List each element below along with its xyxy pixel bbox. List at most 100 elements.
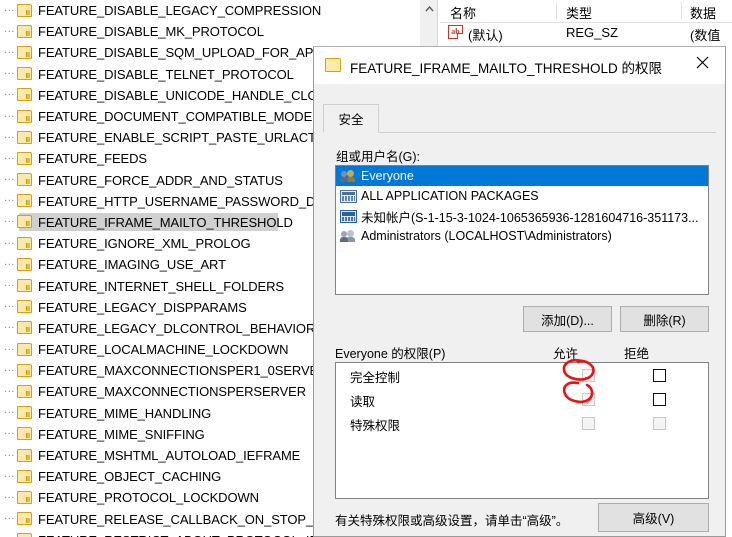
tree-expander-icon[interactable]: ... bbox=[2, 150, 17, 165]
folder-icon bbox=[17, 321, 33, 335]
tree-expander-icon[interactable]: ... bbox=[2, 299, 17, 313]
tree-item-label: FEATURE_OBJECT_CACHING bbox=[38, 469, 222, 485]
allow-checkbox bbox=[582, 417, 595, 430]
tree-expander-icon[interactable]: ... bbox=[2, 44, 17, 59]
table-row[interactable]: ab (默认) REG_SZ (数值未 bbox=[440, 22, 732, 62]
folder-icon bbox=[17, 45, 33, 60]
tree-item-label: FEATURE_HTTP_USERNAME_PASSWORD_DISABL bbox=[38, 193, 352, 209]
tree-expander-icon[interactable]: ... bbox=[2, 87, 17, 101]
allow-checkbox bbox=[582, 369, 595, 382]
advanced-button[interactable]: 高级(V) bbox=[598, 503, 709, 532]
tree-item-label: FEATURE_DISABLE_TELNET_PROTOCOL bbox=[38, 66, 294, 82]
list-item[interactable]: ALL APPLICATION PACKAGES bbox=[336, 186, 708, 206]
folder-icon bbox=[17, 3, 33, 18]
tree-expander-icon[interactable]: ... bbox=[2, 383, 17, 398]
folder-icon bbox=[17, 490, 33, 505]
folder-icon bbox=[17, 194, 33, 208]
column-allow: 允许 bbox=[553, 347, 579, 361]
tree-item-label: FEATURE_MAXCONNECTIONSPER1_0SERVER bbox=[38, 363, 328, 379]
folder-icon bbox=[17, 342, 33, 357]
tree-item-label: FEATURE_MIME_SNIFFING bbox=[38, 426, 205, 442]
tree-item-label: FEATURE_FORCE_ADDR_AND_STATUS bbox=[38, 172, 283, 188]
folder-icon bbox=[17, 88, 33, 102]
tree-item[interactable]: ... FEATURE_DISABLE_LEGACY_COMPRESSION bbox=[0, 0, 420, 21]
tree-expander-icon[interactable]: ... bbox=[2, 426, 17, 440]
permissions-label: Everyone 的权限(P) bbox=[335, 347, 446, 361]
tree-expander-icon[interactable]: ... bbox=[2, 362, 17, 377]
permission-row: 完全控制 bbox=[336, 363, 708, 387]
tree-expander-icon[interactable]: ... bbox=[2, 2, 17, 17]
tree-expander-icon[interactable]: ... bbox=[2, 172, 17, 186]
tree-expander-icon[interactable]: ... bbox=[2, 489, 17, 504]
folder-icon bbox=[17, 384, 33, 399]
tree-expander-icon[interactable]: ... bbox=[2, 214, 17, 228]
list-item[interactable]: 未知帐户(S-1-15-3-1024-1065365936-1281604716… bbox=[336, 206, 708, 226]
tree-item-label: FEATURE_LOCALMACHINE_LOCKDOWN bbox=[38, 342, 289, 358]
list-item[interactable]: Administrators (LOCALHOST\Administrators… bbox=[336, 226, 708, 246]
tree-expander-icon[interactable]: ... bbox=[2, 235, 17, 250]
tree-item-label: FEATURE_DISABLE_SQM_UPLOAD_FOR_APP bbox=[38, 45, 322, 61]
close-icon[interactable] bbox=[680, 47, 725, 77]
tree-item-label: FEATURE_FEEDS bbox=[38, 151, 147, 167]
remove-button[interactable]: 删除(R) bbox=[620, 306, 709, 332]
permission-name: 完全控制 bbox=[350, 371, 401, 385]
list-item-label: 未知帐户(S-1-15-3-1024-1065365936-1281604716… bbox=[361, 210, 699, 225]
tree-item[interactable]: ... FEATURE_DISABLE_MK_PROTOCOL bbox=[0, 21, 420, 42]
tree-expander-icon[interactable]: ... bbox=[2, 447, 17, 462]
list-item[interactable]: Everyone bbox=[336, 166, 708, 186]
folder-icon bbox=[17, 173, 33, 187]
column-divider[interactable] bbox=[556, 2, 557, 20]
tree-expander-icon[interactable]: ... bbox=[2, 256, 17, 271]
tree-item-label: FEATURE_IFRAME_MAILTO_THRESHOLD bbox=[38, 214, 293, 230]
column-deny: 拒绝 bbox=[624, 347, 650, 361]
folder-icon bbox=[17, 151, 33, 166]
scroll-up-arrow-icon[interactable] bbox=[420, 0, 438, 17]
dialog-title-bar[interactable]: FEATURE_IFRAME_MAILTO_THRESHOLD 的权限 bbox=[314, 47, 725, 84]
folder-icon bbox=[17, 236, 33, 251]
permission-name: 读取 bbox=[350, 395, 376, 409]
tree-item-label: FEATURE_IGNORE_XML_PROLOG bbox=[38, 236, 251, 252]
tree-expander-icon[interactable]: ... bbox=[2, 511, 17, 525]
screen: ... FEATURE_DISABLE_LEGACY_COMPRESSION...… bbox=[0, 0, 732, 537]
deny-checkbox[interactable] bbox=[653, 369, 666, 382]
tree-item-label: FEATURE_MSHTML_AUTOLOAD_IEFRAME bbox=[38, 448, 301, 464]
column-header-data[interactable]: 数据 bbox=[690, 3, 716, 22]
tree-expander-icon[interactable]: ... bbox=[2, 129, 17, 144]
tree-expander-icon[interactable]: ... bbox=[2, 193, 17, 207]
tree-expander-icon[interactable]: ... bbox=[2, 23, 17, 38]
principals-listbox[interactable]: Everyone ALL APPLICATION PACKAGES 未知帐户(S-1… bbox=[335, 165, 709, 295]
permissions-dialog: FEATURE_IFRAME_MAILTO_THRESHOLD 的权限 安全 组… bbox=[313, 46, 726, 537]
tree-expander-icon[interactable]: ... bbox=[2, 320, 17, 334]
tree-item-label: FEATURE_RELEASE_CALLBACK_ON_STOP_BINDIN bbox=[38, 511, 357, 527]
tree-expander-icon[interactable]: ... bbox=[2, 468, 17, 483]
dialog-title: FEATURE_IFRAME_MAILTO_THRESHOLD 的权限 bbox=[350, 61, 663, 76]
column-header-type[interactable]: 类型 bbox=[566, 3, 592, 22]
tree-expander-icon[interactable]: ... bbox=[2, 66, 17, 80]
value-type: REG_SZ bbox=[566, 25, 619, 40]
tree-expander-icon[interactable]: ... bbox=[2, 108, 17, 123]
column-header-name[interactable]: 名称 bbox=[450, 3, 476, 22]
tree-expander-icon[interactable]: ... bbox=[2, 341, 17, 356]
tree-item-label: FEATURE_DOCUMENT_COMPATIBLE_MODE bbox=[38, 109, 313, 125]
tree-expander-icon[interactable]: ... bbox=[2, 278, 17, 292]
tab-strip bbox=[323, 132, 716, 133]
allow-checkbox bbox=[582, 393, 595, 406]
tree-item-label: FEATURE_LEGACY_DLCONTROL_BEHAVIORS bbox=[38, 320, 324, 336]
folder-icon bbox=[17, 130, 33, 145]
values-column-header[interactable]: 名称 类型 数据 bbox=[440, 0, 732, 23]
tree-expander-icon[interactable]: ... bbox=[2, 405, 17, 419]
folder-icon bbox=[17, 279, 33, 293]
tree-item-label: FEATURE_DISABLE_LEGACY_COMPRESSION bbox=[38, 3, 322, 19]
tab-security[interactable]: 安全 bbox=[323, 104, 379, 133]
folder-icon bbox=[17, 448, 33, 463]
add-button[interactable]: 添加(D)... bbox=[523, 306, 612, 332]
column-divider[interactable] bbox=[681, 2, 682, 20]
permission-row: 特殊权限 bbox=[336, 411, 708, 435]
tree-item-label: FEATURE_LEGACY_DISPPARAMS bbox=[38, 299, 247, 315]
folder-icon bbox=[17, 257, 33, 272]
folder-icon bbox=[17, 469, 33, 484]
folder-icon bbox=[17, 427, 33, 441]
permissions-table[interactable]: 完全控制读取特殊权限 bbox=[335, 362, 709, 499]
deny-checkbox bbox=[653, 417, 666, 430]
deny-checkbox[interactable] bbox=[653, 393, 666, 406]
